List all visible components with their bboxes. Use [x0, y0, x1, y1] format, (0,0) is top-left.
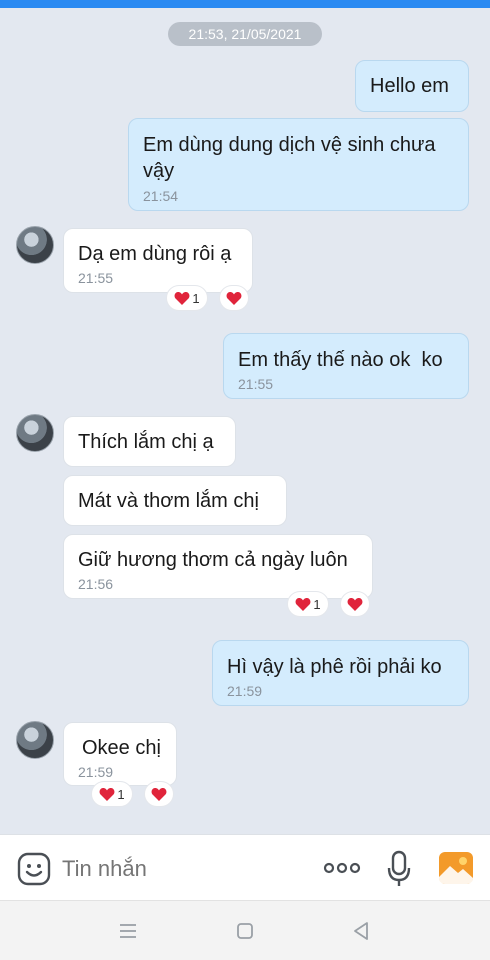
heart-icon	[347, 597, 363, 611]
menu-icon[interactable]	[118, 923, 138, 939]
message-text-line-1: Em dùng dung dịch vệ sinh chưa	[143, 134, 436, 156]
message-bubble-outgoing[interactable]: Hì vậy là phê rồi phải ko 21:59	[212, 640, 469, 706]
message-time: 21:59	[227, 683, 263, 699]
reaction-count: 1	[192, 290, 200, 306]
image-icon[interactable]	[438, 851, 474, 885]
heart-icon	[295, 597, 311, 611]
message-text: Mát và thơm lắm chị	[78, 490, 259, 512]
message-time: 21:59	[78, 764, 114, 780]
message-time: 21:54	[143, 188, 179, 204]
date-separator: 21:53, 21/05/2021	[168, 22, 322, 46]
home-icon[interactable]	[236, 922, 254, 940]
top-accent-bar	[0, 0, 490, 8]
message-bubble-outgoing[interactable]: Hello em	[355, 60, 469, 112]
reaction-summary[interactable]: 1	[287, 591, 329, 617]
heart-icon	[99, 787, 115, 801]
message-bubble-incoming[interactable]: Mát và thơm lắm chị	[63, 475, 287, 526]
message-text: Hello em	[370, 75, 449, 97]
message-composer	[0, 834, 490, 900]
heart-icon	[174, 291, 190, 305]
message-text: Thích lắm chị ạ	[78, 431, 214, 453]
reaction-count: 1	[117, 786, 125, 802]
more-icon[interactable]	[323, 861, 361, 875]
reaction-summary[interactable]: 1	[166, 285, 208, 311]
message-input[interactable]	[62, 851, 302, 887]
microphone-icon[interactable]	[386, 850, 412, 888]
message-time: 21:55	[238, 376, 274, 392]
react-button[interactable]	[219, 285, 249, 311]
message-bubble-incoming[interactable]: Dạ em dùng rôi ạ 21:55	[63, 228, 253, 293]
system-navigation-bar	[0, 900, 490, 960]
avatar[interactable]	[16, 721, 54, 759]
avatar[interactable]	[16, 414, 54, 452]
react-button[interactable]	[340, 591, 370, 617]
avatar[interactable]	[16, 226, 54, 264]
message-bubble-outgoing[interactable]: Em dùng dung dịch vệ sinh chưa vậy 21:54	[128, 118, 469, 211]
message-text: Okee chị	[82, 737, 161, 759]
message-bubble-incoming[interactable]: Thích lắm chị ạ	[63, 416, 236, 467]
message-bubble-incoming[interactable]: Okee chị 21:59	[63, 722, 177, 786]
message-time: 21:55	[78, 270, 114, 286]
back-icon[interactable]	[352, 921, 370, 941]
message-text-line-2: vậy	[143, 160, 175, 182]
heart-icon	[226, 291, 242, 305]
emoji-icon[interactable]	[17, 852, 51, 886]
message-text: Em thấy thế nào ok ko	[238, 349, 443, 371]
heart-icon	[151, 787, 167, 801]
message-text: Hì vậy là phê rồi phải ko	[227, 656, 442, 678]
react-button[interactable]	[144, 781, 174, 807]
reaction-summary[interactable]: 1	[91, 781, 133, 807]
message-bubble-incoming[interactable]: Giữ hương thơm cả ngày luôn 21:56	[63, 534, 373, 599]
message-text: Dạ em dùng rôi ạ	[78, 243, 232, 265]
reaction-count: 1	[313, 596, 321, 612]
message-text: Giữ hương thơm cả ngày luôn	[78, 549, 348, 571]
message-bubble-outgoing[interactable]: Em thấy thế nào ok ko 21:55	[223, 333, 469, 399]
